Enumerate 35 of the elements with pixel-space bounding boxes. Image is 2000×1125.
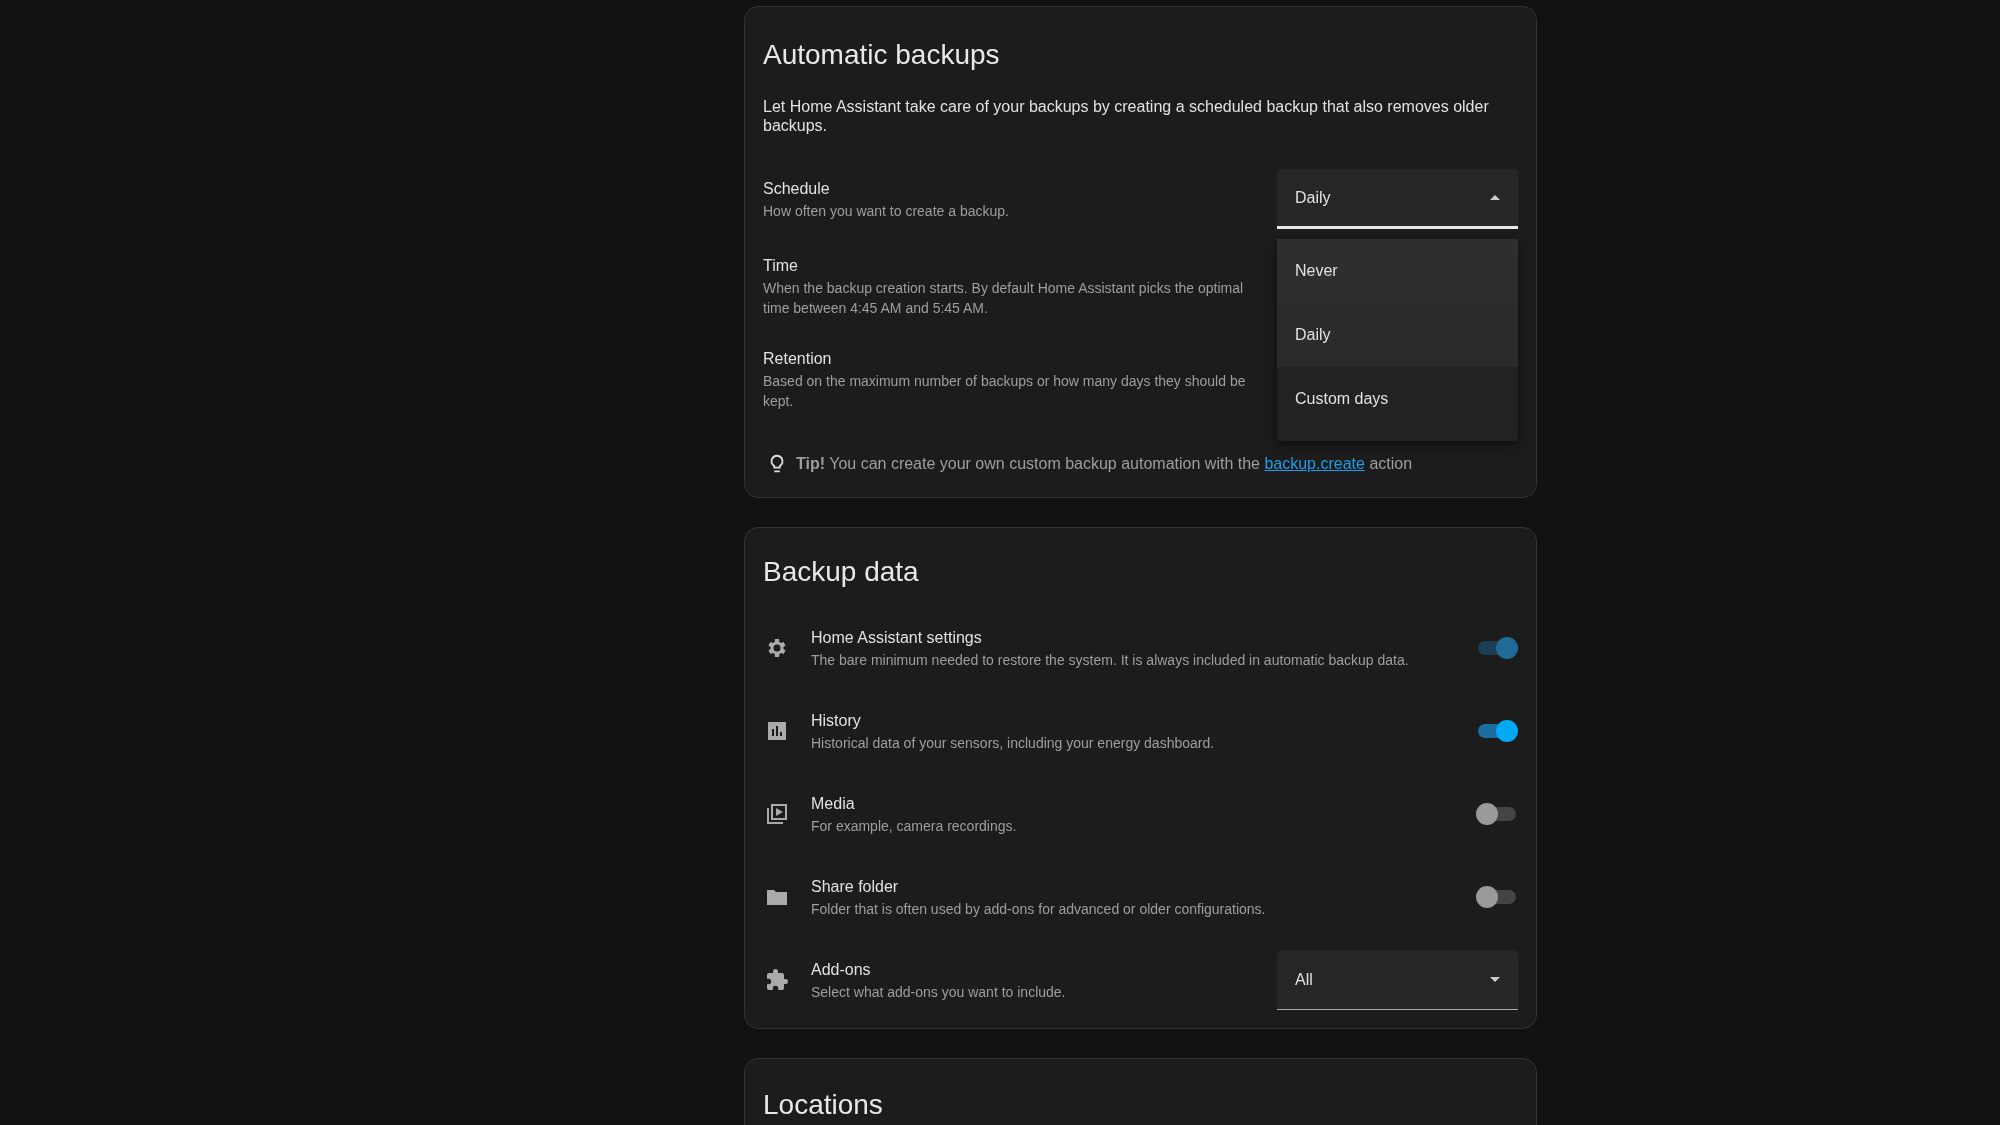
setting-description: When the backup creation starts. By default Home Assistant picks the optimal time between 4:45 AM and 5:45 AM. xyxy=(763,279,1245,318)
schedule-dropdown[interactable]: Daily xyxy=(1277,169,1518,229)
setting-description: Based on the maximum number of backups or how many days they should be kept. xyxy=(763,372,1247,411)
item-label: History xyxy=(811,710,861,731)
media-icon xyxy=(765,802,789,826)
setting-description: How often you want to create a backup. xyxy=(763,201,1010,221)
setting-label: Schedule xyxy=(763,178,830,199)
item-label: Media xyxy=(811,793,855,814)
item-label: Home Assistant settings xyxy=(811,627,982,648)
setting-label: Time xyxy=(763,256,798,276)
toggle-switch[interactable] xyxy=(1476,885,1518,909)
section-title: Automatic backups xyxy=(763,38,1001,72)
section-description: Let Home Assistant take care of your backups by creating a scheduled backup that also removes older backups. xyxy=(763,97,1490,135)
caret-icon xyxy=(1490,977,1500,982)
dropdown-option[interactable]: Custom days xyxy=(1277,367,1518,431)
backup-create-link[interactable]: backup.create xyxy=(1264,455,1365,472)
setting-label: Retention xyxy=(763,349,832,369)
puzzle-icon xyxy=(765,968,789,992)
section-title: Locations xyxy=(763,1088,884,1122)
item-label: Share folder xyxy=(811,876,899,897)
chart-icon xyxy=(765,719,789,743)
dropdown-option[interactable]: Daily xyxy=(1277,303,1518,367)
item-description: Select what add-ons you want to include. xyxy=(811,982,1067,1002)
section-title: Backup data xyxy=(763,555,920,589)
caret-icon xyxy=(1490,195,1500,200)
item-description: For example, camera recordings. xyxy=(811,816,1018,836)
toggle-switch[interactable] xyxy=(1476,802,1518,826)
toggle-switch[interactable] xyxy=(1476,719,1518,743)
dropdown-option[interactable]: Never xyxy=(1277,239,1518,303)
item-description: Folder that is often used by add-ons for advanced or older configurations. xyxy=(811,899,1267,919)
item-description: The bare minimum needed to restore the system. It is always included in automatic backup data. xyxy=(811,650,1410,670)
item-label: Add-ons xyxy=(811,959,871,980)
item-description: Historical data of your sensors, including your energy dashboard. xyxy=(811,733,1216,753)
addons-dropdown[interactable]: All xyxy=(1277,950,1518,1010)
tip-text: Tip! You can create your own custom backup automation with the backup.create action xyxy=(796,455,1413,473)
